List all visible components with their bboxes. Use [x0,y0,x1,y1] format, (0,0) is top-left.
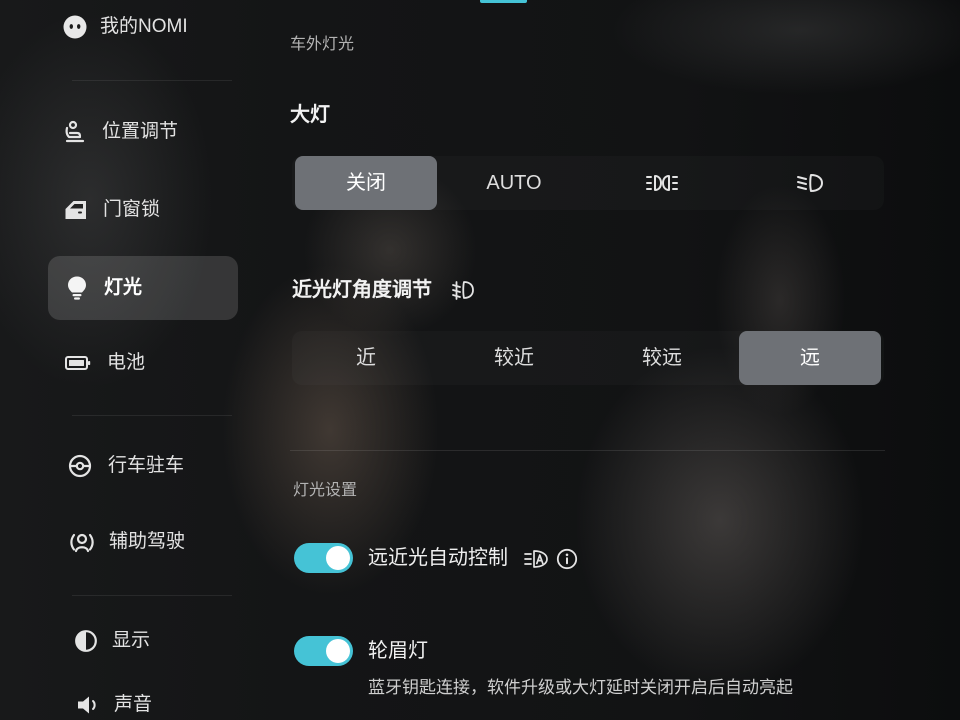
beam-angle-option-label: 远 [800,347,820,369]
display-icon [72,627,100,655]
headlight-option-auto[interactable]: AUTO [443,156,585,210]
headlight-option-label: 关闭 [346,172,386,194]
beam-angle-title: 近光灯角度调节 [292,279,432,301]
speaker-icon [74,691,102,719]
light-settings-section-title: 灯光设置 [293,482,358,499]
sidebar-item-my-nomi[interactable]: 我的NOMI [48,0,238,54]
beam-angle-option-label: 近 [356,347,376,369]
section-divider [290,450,885,451]
settings-sidebar: 我的NOMI 位置调节 门窗锁 灯光 电池 行车驻车 辅助驾驶 显示 声音 [0,0,250,720]
sidebar-divider [72,80,232,81]
auto-beam-label: 远近光自动控制 [368,547,508,569]
door-lock-icon [62,196,90,224]
sidebar-item-lights[interactable]: 灯光 [48,256,238,320]
wheel-arch-light-toggle[interactable] [294,636,353,666]
headlight-level-icon [451,279,475,301]
headlight-option-parking-lights[interactable] [591,156,733,210]
battery-icon [64,349,92,377]
beam-angle-option-label: 较近 [494,347,534,369]
sidebar-divider [72,415,232,416]
sidebar-item-door-lock[interactable]: 门窗锁 [48,182,238,238]
beam-angle-option-far[interactable]: 远 [739,331,881,385]
auto-high-beam-icon [523,548,549,570]
sidebar-item-drive-park[interactable]: 行车驻车 [48,438,238,494]
parking-light-icon [645,171,679,195]
toggle-knob [326,546,350,570]
headlight-title: 大灯 [290,104,330,126]
beam-angle-selector: 近 较近 较远 远 [292,331,884,385]
sidebar-item-sound[interactable]: 声音 [48,690,238,720]
headlight-option-off[interactable]: 关闭 [295,156,437,210]
sidebar-item-label: 辅助驾驶 [109,531,186,552]
sidebar-item-label: 电池 [107,352,146,373]
nomi-icon [61,13,89,41]
wheel-arch-light-description: 蓝牙钥匙连接，软件升级或大灯延时关闭开启后自动亮起 [368,678,793,697]
headlight-option-low-beam[interactable] [739,156,881,210]
beam-angle-option-label: 较远 [642,347,682,369]
exterior-lights-section-title: 车外灯光 [290,36,355,53]
sidebar-item-label: 行车驻车 [108,455,185,476]
sidebar-divider [72,595,232,596]
top-tab-indicator [480,0,527,3]
low-beam-icon [795,171,825,195]
sidebar-item-label: 我的NOMI [100,16,188,37]
wheel-arch-light-label: 轮眉灯 [368,640,428,662]
light-bulb-icon [63,274,91,302]
toggle-knob [326,639,350,663]
headlight-mode-selector: 关闭 AUTO [292,156,884,210]
sidebar-item-label: 门窗锁 [103,199,161,220]
sidebar-item-label: 显示 [112,630,151,651]
seat-adjust-icon [61,118,89,146]
sidebar-item-battery[interactable]: 电池 [48,335,238,391]
sidebar-item-label: 灯光 [104,277,143,298]
driver-assist-icon [68,528,96,556]
sidebar-item-label: 声音 [114,694,153,715]
beam-angle-option-farther[interactable]: 较远 [591,331,733,385]
auto-beam-toggle[interactable] [294,543,353,573]
headlight-option-label: AUTO [486,172,542,194]
sidebar-item-seat-adjust[interactable]: 位置调节 [48,104,238,160]
info-icon[interactable] [556,548,578,570]
beam-angle-option-nearer[interactable]: 较近 [443,331,585,385]
sidebar-item-label: 位置调节 [102,121,179,142]
sidebar-item-display[interactable]: 显示 [48,613,238,669]
steering-wheel-icon [66,452,94,480]
sidebar-item-driver-assist[interactable]: 辅助驾驶 [48,514,238,570]
beam-angle-option-near[interactable]: 近 [295,331,437,385]
